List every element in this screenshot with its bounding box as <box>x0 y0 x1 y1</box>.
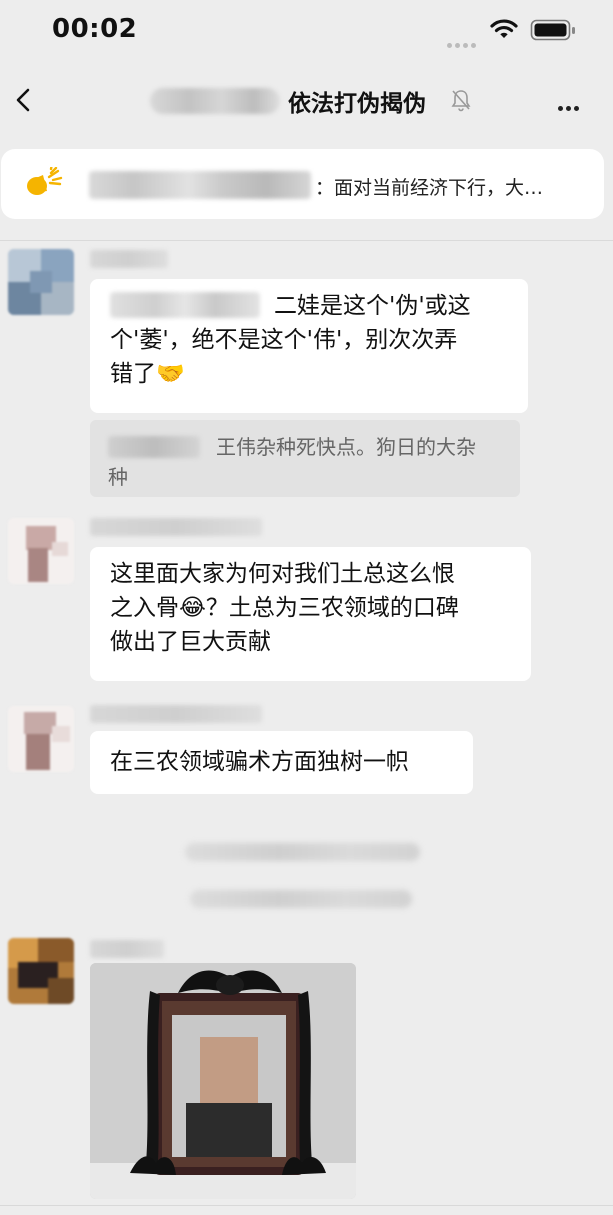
avatar[interactable] <box>8 938 74 1004</box>
sender-name-redacted <box>90 705 262 723</box>
sender-name-redacted <box>90 518 262 536</box>
group-announcement-banner[interactable]: ：面对当前经济下行，大… <box>1 149 604 219</box>
announcement-author-redacted <box>89 171 311 199</box>
message-bubble[interactable]: 二娃是这个'伪'或这 个'萎'，绝不是这个'伟'，别次次弄 错了🤝 <box>90 279 528 413</box>
avatar[interactable] <box>8 518 74 584</box>
message-bubble[interactable]: 这里面大家为何对我们土总这么恨 之入骨😂？土总为三农领域的口碑 做出了巨大贡献 <box>90 547 531 681</box>
message-text: 在三农领域骗术方面独树一帜 <box>110 749 409 775</box>
chat-header: 依法打伪揭伪 <box>0 70 613 130</box>
divider <box>0 240 613 241</box>
announcement-text: ：面对当前经济下行，大… <box>315 177 544 199</box>
avatar[interactable] <box>8 249 74 315</box>
wifi-icon <box>490 18 518 44</box>
divider <box>0 1205 613 1206</box>
mention-redacted <box>110 292 260 318</box>
quoted-text: 王伟杂种死快点。狗日的大杂 种 <box>108 435 476 489</box>
quoted-sender-redacted <box>108 436 200 458</box>
back-chevron-icon[interactable] <box>10 82 38 118</box>
quoted-message[interactable]: 王伟杂种死快点。狗日的大杂 种 <box>90 420 520 497</box>
message-bubble[interactable]: 在三农领域骗术方面独树一帜 <box>90 731 473 794</box>
group-name-redacted <box>150 88 280 114</box>
status-bar: 00:02 <box>0 0 613 60</box>
avatar[interactable] <box>8 706 74 772</box>
battery-icon <box>530 19 576 45</box>
image-message[interactable] <box>90 963 356 1199</box>
chat-title: 依法打伪揭伪 <box>288 91 426 117</box>
sender-name-redacted <box>90 250 168 268</box>
message-text: 这里面大家为何对我们土总这么恨 之入骨😂？土总为三农领域的口碑 做出了巨大贡献 <box>110 561 459 655</box>
signal-icon <box>447 33 479 52</box>
more-icon[interactable] <box>558 96 582 115</box>
announcement-icon <box>25 162 65 205</box>
system-message-redacted <box>190 890 412 908</box>
sender-name-redacted <box>90 940 164 958</box>
status-time: 00:02 <box>52 14 138 44</box>
message-text: 二娃是这个'伪'或这 个'萎'，绝不是这个'伟'，别次次弄 错了🤝 <box>110 292 471 387</box>
system-message-redacted <box>185 843 420 861</box>
bell-off-icon <box>450 88 472 116</box>
